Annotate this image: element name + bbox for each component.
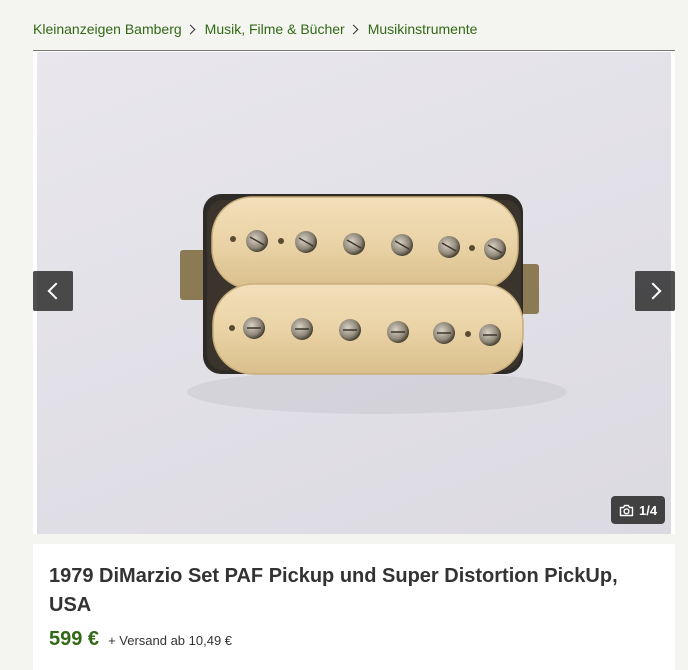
listing-price: 599 €	[49, 628, 100, 650]
image-counter: 1/4	[611, 496, 666, 524]
breadcrumb-link-category[interactable]: Musik, Filme & Bücher	[205, 21, 345, 37]
previous-image-button[interactable]	[33, 271, 73, 311]
breadcrumb: Kleinanzeigen Bamberg Musik, Filme & Büc…	[33, 21, 477, 37]
price-row: 599 € + Versand ab 10,49 €	[49, 628, 659, 651]
image-counter-text: 1/4	[639, 502, 658, 518]
next-image-button[interactable]	[635, 271, 675, 311]
breadcrumb-link-location[interactable]: Kleinanzeigen Bamberg	[33, 21, 182, 37]
chevron-left-icon	[47, 282, 64, 300]
chevron-right-icon	[644, 282, 661, 300]
shipping-info: + Versand ab 10,49 €	[108, 633, 233, 648]
breadcrumb-link-subcategory[interactable]: Musikinstrumente	[368, 21, 478, 37]
listing-photo[interactable]	[37, 52, 671, 534]
image-gallery: 1/4	[33, 50, 675, 534]
camera-icon	[619, 504, 634, 516]
listing-title: 1979 DiMarzio Set PAF Pickup und Super D…	[49, 565, 618, 616]
chevron-right-icon	[348, 24, 359, 34]
listing-info: 1979 DiMarzio Set PAF Pickup und Super D…	[33, 544, 675, 670]
chevron-right-icon	[185, 24, 196, 34]
